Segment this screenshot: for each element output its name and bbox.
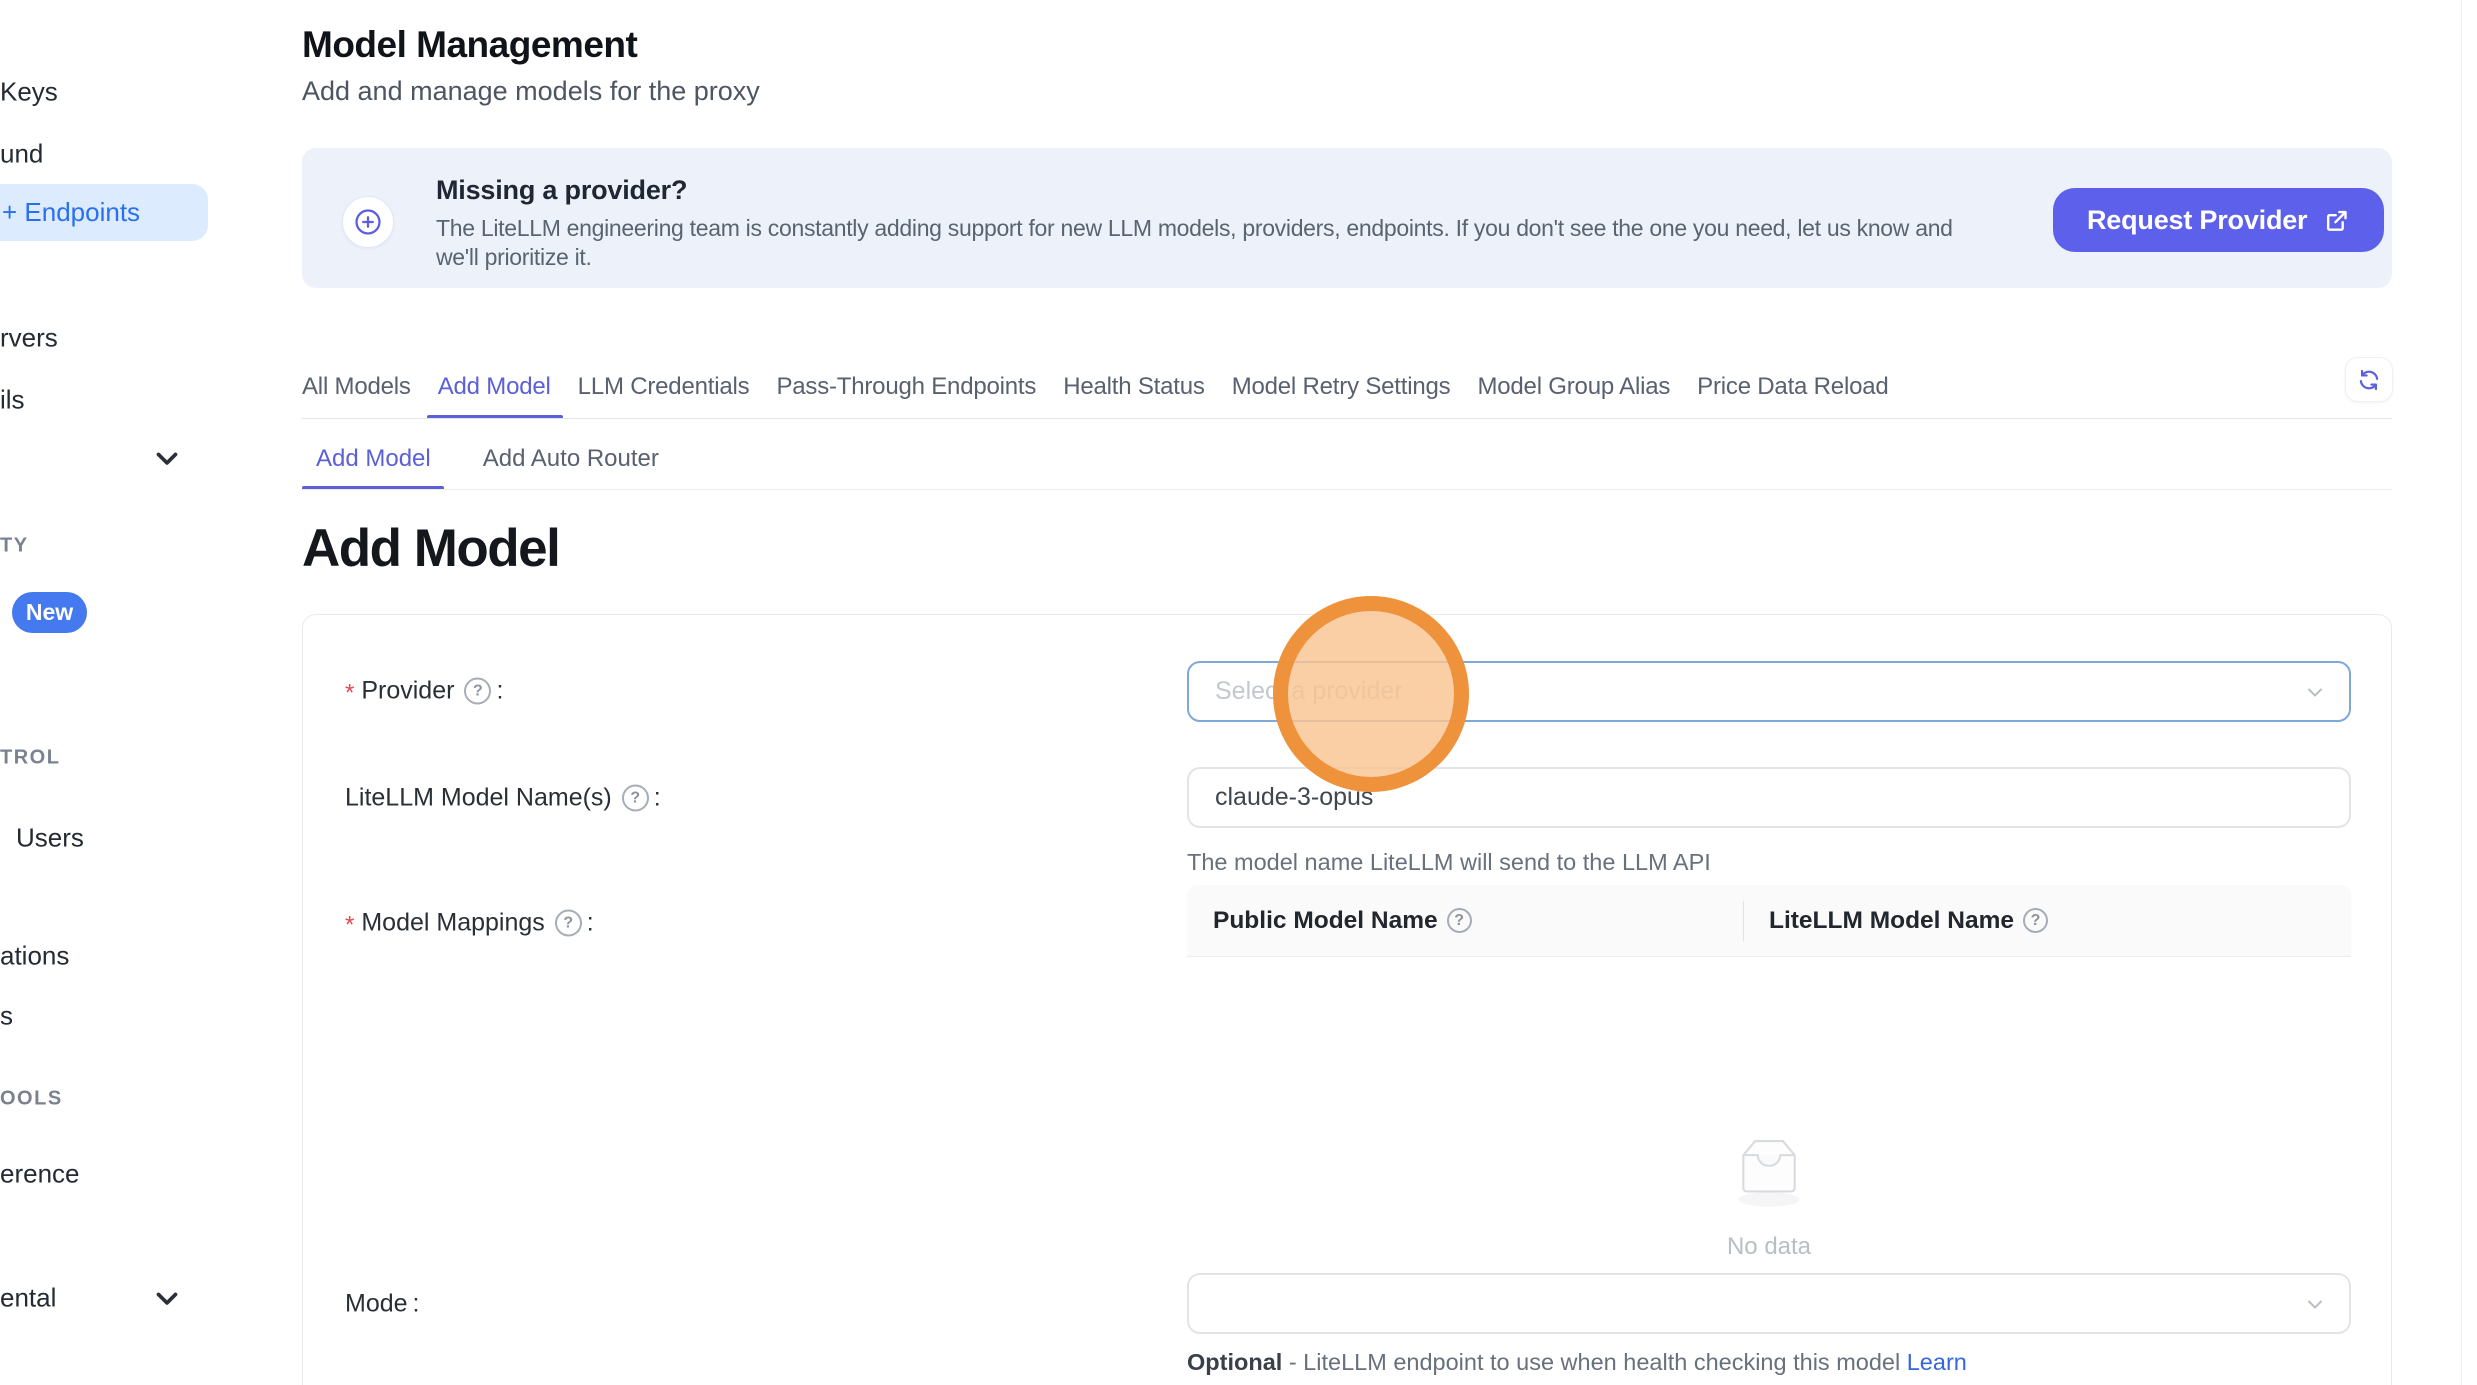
required-mark: * [345, 679, 354, 707]
mode-label: Mode : [345, 1290, 420, 1319]
refresh-button[interactable] [2345, 357, 2393, 402]
sidebar-item-endpoints-active[interactable]: + Endpoints [0, 184, 208, 241]
required-mark: * [345, 911, 354, 939]
tab-model-retry-settings[interactable]: Model Retry Settings [1232, 373, 1451, 401]
sidebar-item-keys[interactable]: Keys [0, 77, 58, 108]
sidebar-section-tools: OOLS [0, 1088, 63, 1111]
sidebar-item-servers[interactable]: rvers [0, 323, 58, 354]
sidebar-item-users[interactable]: Users [16, 823, 84, 854]
sidebar-section-access-control: TROL [0, 747, 60, 770]
help-icon[interactable]: ? [464, 678, 491, 705]
tabs-divider [302, 418, 2392, 419]
model-tabs: All Models Add Model LLM Credentials Pas… [302, 364, 1889, 410]
add-model-heading: Add Model [302, 518, 559, 579]
provider-select[interactable]: Select a provider [1187, 661, 2351, 722]
help-icon[interactable]: ? [622, 785, 649, 812]
banner-text-line1: The LiteLLM engineering team is constant… [436, 215, 1953, 242]
model-name-label: LiteLLM Model Name(s) ? : [345, 784, 661, 813]
sidebar-item-inference[interactable]: erence [0, 1159, 80, 1190]
page-title: Model Management [302, 24, 637, 66]
empty-box-icon [1708, 1130, 1830, 1213]
sidebar-section-security: TY [0, 535, 29, 558]
mode-helper: Optional - LiteLLM endpoint to use when … [1187, 1349, 1967, 1376]
chevron-down-icon [2303, 680, 2327, 704]
chevron-down-icon[interactable] [150, 1281, 184, 1315]
sidebar-item-experimental[interactable]: ental [0, 1283, 56, 1314]
missing-provider-banner: Missing a provider? The LiteLLM engineer… [302, 148, 2392, 288]
provider-placeholder: Select a provider [1215, 677, 1403, 706]
banner-title: Missing a provider? [436, 175, 687, 206]
tab-health-status[interactable]: Health Status [1063, 373, 1204, 401]
subtab-add-auto-router[interactable]: Add Auto Router [483, 445, 659, 473]
help-icon[interactable]: ? [1447, 908, 1472, 933]
circle-plus-icon [342, 196, 394, 248]
column-divider [1743, 901, 1744, 941]
help-icon[interactable]: ? [2023, 908, 2048, 933]
tab-pass-through-endpoints[interactable]: Pass-Through Endpoints [776, 373, 1036, 401]
sidebar-item-teams[interactable]: s [0, 1001, 13, 1032]
tab-all-models[interactable]: All Models [302, 373, 411, 401]
subtabs-divider [302, 489, 2392, 490]
help-icon[interactable]: ? [555, 910, 582, 937]
sidebar-item-organizations[interactable]: ations [0, 941, 69, 972]
scrollbar-edge [2461, 0, 2462, 1385]
column-litellm-model-name: LiteLLM Model Name ? [1743, 907, 2048, 935]
sidebar-item-playground[interactable]: und [0, 139, 43, 170]
model-name-helper: The model name LiteLLM will send to the … [1187, 849, 1711, 876]
add-model-subtabs: Add Model Add Auto Router [316, 437, 659, 481]
chevron-down-icon[interactable] [150, 441, 184, 475]
mode-helper-optional: Optional [1187, 1349, 1282, 1375]
sidebar-item-guardrails[interactable]: ils [0, 385, 25, 416]
model-mappings-label: * Model Mappings ? : [345, 909, 594, 938]
no-data-text: No data [1727, 1233, 1811, 1261]
request-provider-button[interactable]: Request Provider [2053, 188, 2384, 252]
tab-model-group-alias[interactable]: Model Group Alias [1477, 373, 1670, 401]
external-link-icon [2323, 207, 2350, 234]
litellm-admin-page: Keys und + Endpoints rvers ils TY New TR… [0, 0, 2477, 1385]
tab-price-data-reload[interactable]: Price Data Reload [1697, 373, 1888, 401]
mappings-table-header: Public Model Name ? LiteLLM Model Name ? [1187, 885, 2351, 957]
banner-text-line2: we'll prioritize it. [436, 244, 592, 271]
model-name-input[interactable]: claude-3-opus [1187, 767, 2351, 828]
subtab-add-model[interactable]: Add Model [316, 445, 431, 473]
add-model-form-card: * Provider ? : Select a provider LiteLLM… [302, 614, 2392, 1385]
tab-llm-credentials[interactable]: LLM Credentials [578, 373, 750, 401]
mode-select[interactable] [1187, 1273, 2351, 1334]
new-badge: New [12, 592, 87, 633]
request-provider-label: Request Provider [2087, 205, 2307, 236]
refresh-icon [2356, 367, 2382, 393]
tab-add-model[interactable]: Add Model [438, 373, 551, 401]
sidebar-item-label: + Endpoints [2, 197, 140, 228]
page-subtitle: Add and manage models for the proxy [302, 76, 760, 107]
provider-label: * Provider ? : [345, 677, 503, 706]
learn-more-link[interactable]: Learn [1907, 1349, 1967, 1375]
column-public-model-name: Public Model Name ? [1187, 907, 1743, 935]
chevron-down-icon [2303, 1292, 2327, 1316]
